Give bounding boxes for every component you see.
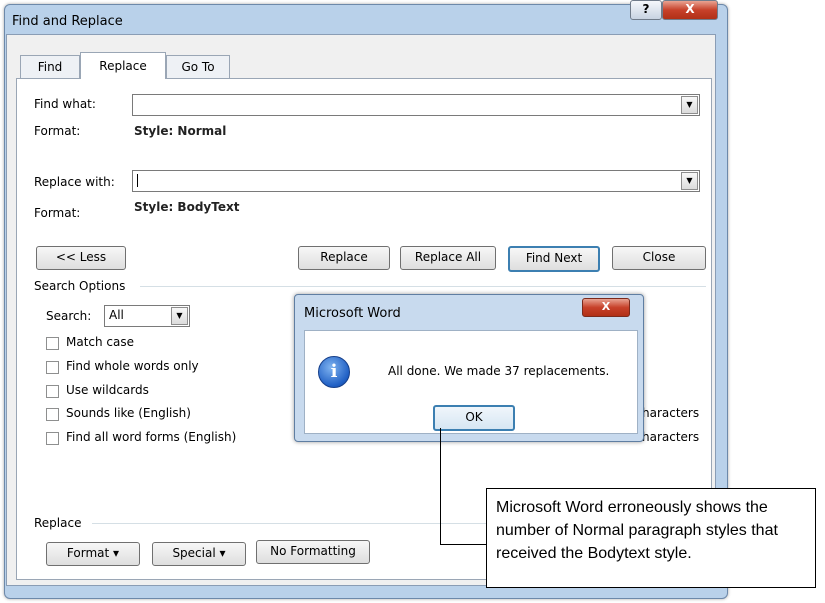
whole-words-label: Find whole words only — [66, 359, 199, 373]
tab-find[interactable]: Find — [20, 55, 80, 78]
search-label: Search: — [46, 309, 92, 323]
replace-all-button[interactable]: Replace All — [400, 246, 496, 270]
find-format-label: Format: — [34, 124, 81, 138]
no-formatting-button[interactable]: No Formatting — [256, 540, 370, 564]
format-button[interactable]: Format ▾ — [46, 542, 140, 566]
text-caret — [137, 174, 138, 187]
message-box-close-button[interactable]: X — [582, 298, 630, 317]
callout-text: Microsoft Word erroneously shows the num… — [496, 499, 778, 562]
dropdown-arrow-icon: ▾ — [219, 546, 226, 560]
find-format-value: Style: Normal — [134, 124, 227, 138]
close-icon: X — [685, 2, 695, 16]
search-options-divider — [140, 286, 706, 287]
dropdown-arrow-icon: ▾ — [113, 546, 120, 560]
replace-with-input[interactable]: ▼ — [132, 170, 700, 192]
window-close-button[interactable]: X — [662, 0, 718, 20]
match-case-label: Match case — [66, 335, 135, 349]
info-icon: i — [318, 356, 350, 388]
close-icon: X — [601, 300, 611, 313]
search-direction-select[interactable]: All ▼ — [104, 305, 190, 327]
search-options-header: Search Options — [34, 279, 126, 293]
find-what-input[interactable]: ▼ — [132, 94, 700, 116]
less-button[interactable]: << Less — [36, 246, 126, 270]
sounds-like-checkbox[interactable] — [46, 408, 59, 421]
find-what-label: Find what: — [34, 97, 96, 111]
ok-button[interactable]: OK — [433, 405, 515, 431]
match-case-checkbox[interactable] — [46, 337, 59, 350]
ignore-whitespace-label-partial: haracters — [642, 430, 700, 444]
replace-with-label: Replace with: — [34, 175, 115, 189]
callout-connector-horizontal — [440, 544, 486, 545]
replace-section-header: Replace — [34, 516, 82, 530]
replace-format-value: Style: BodyText — [134, 200, 240, 214]
wildcards-label: Use wildcards — [66, 383, 149, 397]
help-icon: ? — [642, 2, 650, 16]
word-forms-label: Find all word forms (English) — [66, 430, 237, 444]
format-label: Format — [66, 546, 110, 560]
tab-replace[interactable]: Replace — [80, 52, 166, 79]
replace-button[interactable]: Replace — [298, 246, 390, 270]
message-text: All done. We made 37 replacements. — [388, 364, 610, 378]
replace-format-label: Format: — [34, 206, 81, 220]
sounds-like-label: Sounds like (English) — [66, 406, 191, 420]
find-next-button[interactable]: Find Next — [508, 246, 600, 272]
tab-goto[interactable]: Go To — [166, 55, 230, 78]
special-button[interactable]: Special ▾ — [152, 542, 246, 566]
help-button[interactable]: ? — [630, 0, 662, 20]
word-forms-checkbox[interactable] — [46, 432, 59, 445]
chevron-down-icon[interactable]: ▼ — [171, 307, 188, 325]
special-label: Special — [172, 546, 216, 560]
search-direction-value: All — [109, 308, 124, 322]
message-box-title: Microsoft Word — [304, 306, 401, 321]
callout-connector-vertical — [440, 428, 441, 545]
ignore-punctuation-label-partial: haracters — [642, 406, 700, 420]
close-button[interactable]: Close — [612, 246, 706, 270]
whole-words-checkbox[interactable] — [46, 361, 59, 374]
chevron-down-icon[interactable]: ▼ — [681, 172, 698, 190]
chevron-down-icon[interactable]: ▼ — [681, 96, 698, 114]
replace-section-divider — [92, 523, 488, 524]
window-title: Find and Replace — [12, 14, 123, 29]
wildcards-checkbox[interactable] — [46, 385, 59, 398]
